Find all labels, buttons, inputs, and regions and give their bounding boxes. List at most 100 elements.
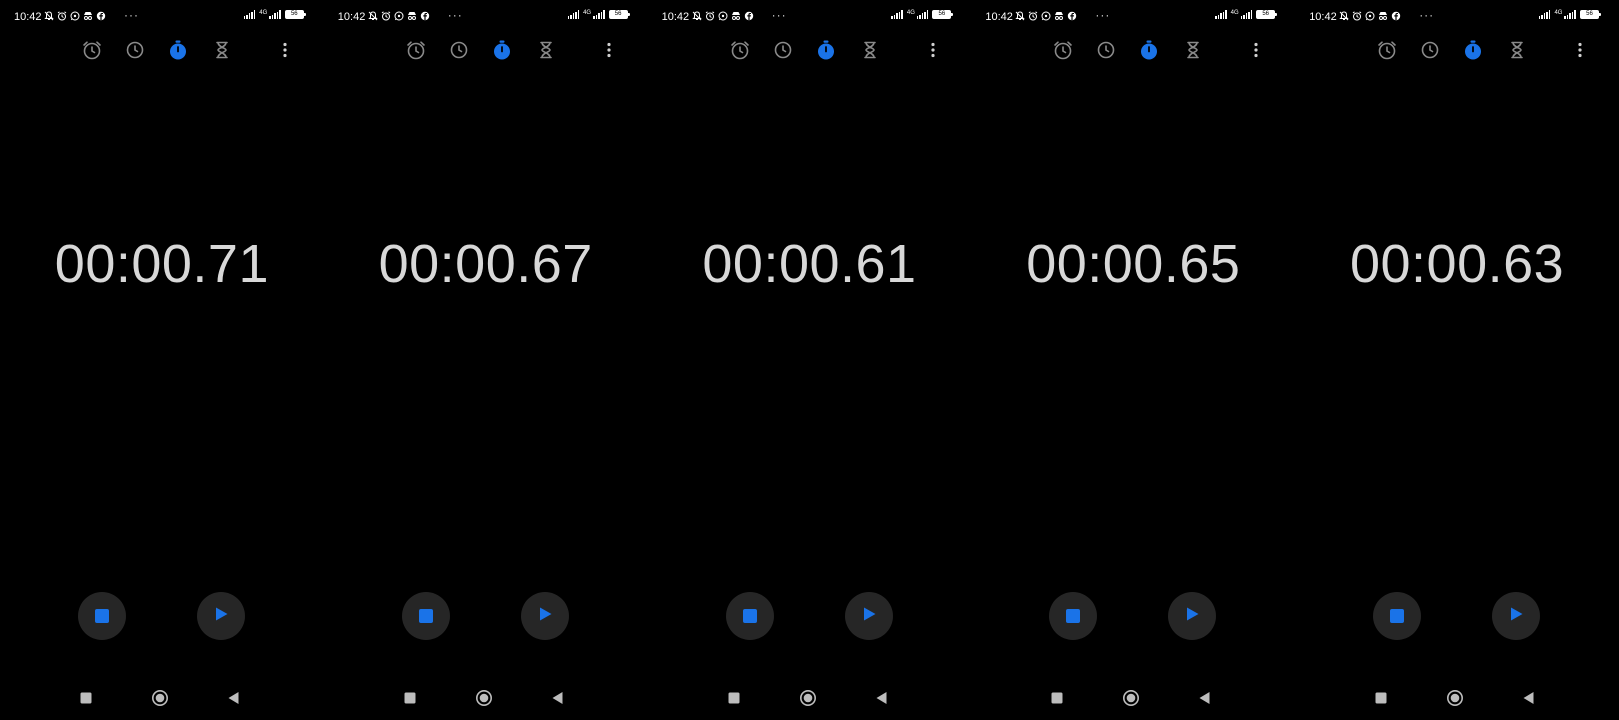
tab-stopwatch[interactable]: [167, 39, 189, 61]
tab-stopwatch[interactable]: [491, 39, 513, 61]
stop-icon: [1390, 609, 1405, 623]
tab-stopwatch[interactable]: [1462, 39, 1484, 61]
stop-button[interactable]: [78, 592, 126, 640]
more-options-button[interactable]: [274, 39, 296, 61]
status-time: 10:42: [337, 11, 366, 23]
nav-recents-button[interactable]: [725, 691, 743, 709]
world-clock-icon: [124, 39, 146, 61]
nav-home-button[interactable]: [799, 689, 817, 709]
nav-back-button[interactable]: [549, 691, 567, 709]
nav-back-button[interactable]: [1520, 691, 1538, 709]
stop-icon: [418, 609, 433, 623]
nav-recents-button[interactable]: [77, 691, 95, 709]
more-options-button[interactable]: [1245, 39, 1267, 61]
tab-timer[interactable]: [859, 39, 881, 61]
tab-timer[interactable]: [1506, 39, 1528, 61]
play-icon: [1507, 605, 1525, 628]
more-options-button[interactable]: [1569, 39, 1591, 61]
clock-tab-bar: [1295, 38, 1619, 62]
nav-home-button[interactable]: [475, 689, 493, 712]
nav-home-button[interactable]: [1446, 689, 1464, 709]
more-notifications: ···: [771, 8, 787, 22]
more-options-button[interactable]: [598, 39, 620, 61]
phone-screen: 10:42 ···: [323, 0, 648, 720]
facebook-icon: [744, 11, 754, 21]
incognito-icon: [407, 11, 417, 21]
play-button[interactable]: [1168, 592, 1217, 640]
bell-muted-icon: [368, 11, 378, 21]
tab-world-clock[interactable]: [1095, 39, 1117, 61]
system-status: 4G 56: [1215, 10, 1278, 19]
tab-alarm[interactable]: [81, 39, 103, 61]
tab-world-clock[interactable]: [1419, 39, 1441, 61]
tab-alarm[interactable]: [1052, 39, 1074, 61]
tab-world-clock[interactable]: [772, 39, 794, 61]
play-button[interactable]: [197, 592, 245, 640]
phone-screen: 10:42 ···: [647, 0, 972, 720]
signal-strength-2-icon: [1240, 10, 1253, 19]
back-triangle-icon: [226, 690, 242, 711]
stopwatch-icon: [1138, 39, 1160, 61]
play-button[interactable]: [844, 592, 893, 640]
play-icon: [860, 605, 878, 628]
stop-button[interactable]: [1049, 592, 1098, 640]
nav-back-button[interactable]: [1196, 691, 1214, 709]
nav-recents-button[interactable]: [401, 691, 419, 709]
network-type: 4G: [906, 10, 915, 16]
incognito-icon: [731, 11, 741, 21]
nav-back-button[interactable]: [225, 691, 243, 709]
stopwatch-icon: [1462, 39, 1484, 61]
screens-strip: 10:42 ··· 4G 56 00:00.71 10:42 ··· 4G 56…: [0, 0, 1619, 720]
alarm-status-icon: [1352, 11, 1362, 21]
network-type: 4G: [259, 10, 268, 16]
signal-strength-2-icon: [916, 10, 929, 19]
alarm-status-icon: [57, 11, 67, 21]
tab-alarm[interactable]: [729, 39, 751, 61]
back-triangle-icon: [874, 690, 890, 711]
tab-world-clock[interactable]: [448, 39, 470, 61]
network-type: 4G: [1554, 10, 1563, 16]
tab-stopwatch[interactable]: [815, 39, 837, 61]
stopwatch-time: 00:00.61: [702, 234, 917, 294]
tab-world-clock[interactable]: [124, 39, 146, 61]
stop-button[interactable]: [401, 592, 450, 640]
nav-recents-button[interactable]: [1372, 691, 1390, 709]
play-button[interactable]: [1492, 592, 1541, 640]
signal-strength-icon: [243, 10, 256, 19]
whatsapp-icon: [1365, 11, 1375, 21]
signal-strength-2-icon: [1564, 10, 1576, 19]
status-bar: 10:42 ··· 4G 56: [971, 0, 1295, 34]
battery-icon: 56: [932, 10, 954, 19]
tab-alarm[interactable]: [1376, 39, 1398, 61]
tab-timer[interactable]: [535, 39, 557, 61]
nav-back-button[interactable]: [873, 691, 891, 709]
system-status: 4G 56: [567, 10, 630, 19]
whatsapp-icon: [1041, 11, 1051, 21]
play-icon: [536, 605, 554, 628]
tab-stopwatch[interactable]: [1138, 39, 1160, 61]
more-notifications: ···: [1095, 8, 1111, 22]
world-clock-icon: [448, 39, 470, 61]
more-options-button[interactable]: [922, 39, 944, 61]
battery-icon: 56: [608, 10, 630, 19]
home-circle-icon: [475, 689, 493, 712]
facebook-icon: [96, 11, 106, 21]
nav-home-button[interactable]: [1122, 689, 1140, 709]
stop-button[interactable]: [1373, 592, 1422, 640]
back-triangle-icon: [1521, 690, 1537, 711]
tab-timer[interactable]: [1182, 39, 1204, 61]
more-vertical-icon: [598, 39, 620, 61]
tab-timer[interactable]: [211, 39, 233, 61]
bell-muted-icon: [691, 11, 702, 21]
clock-tab-bar: [648, 38, 972, 62]
system-status: 4G 56: [243, 10, 306, 19]
nav-home-button[interactable]: [151, 689, 169, 709]
back-triangle-icon: [550, 690, 566, 711]
nav-recents-button[interactable]: [1048, 691, 1066, 709]
incognito-icon: [1378, 11, 1388, 21]
recents-square-icon: [1050, 691, 1064, 710]
stop-button[interactable]: [725, 592, 774, 640]
incognito-icon: [1054, 11, 1064, 21]
tab-alarm[interactable]: [405, 39, 427, 61]
play-button[interactable]: [520, 592, 569, 640]
